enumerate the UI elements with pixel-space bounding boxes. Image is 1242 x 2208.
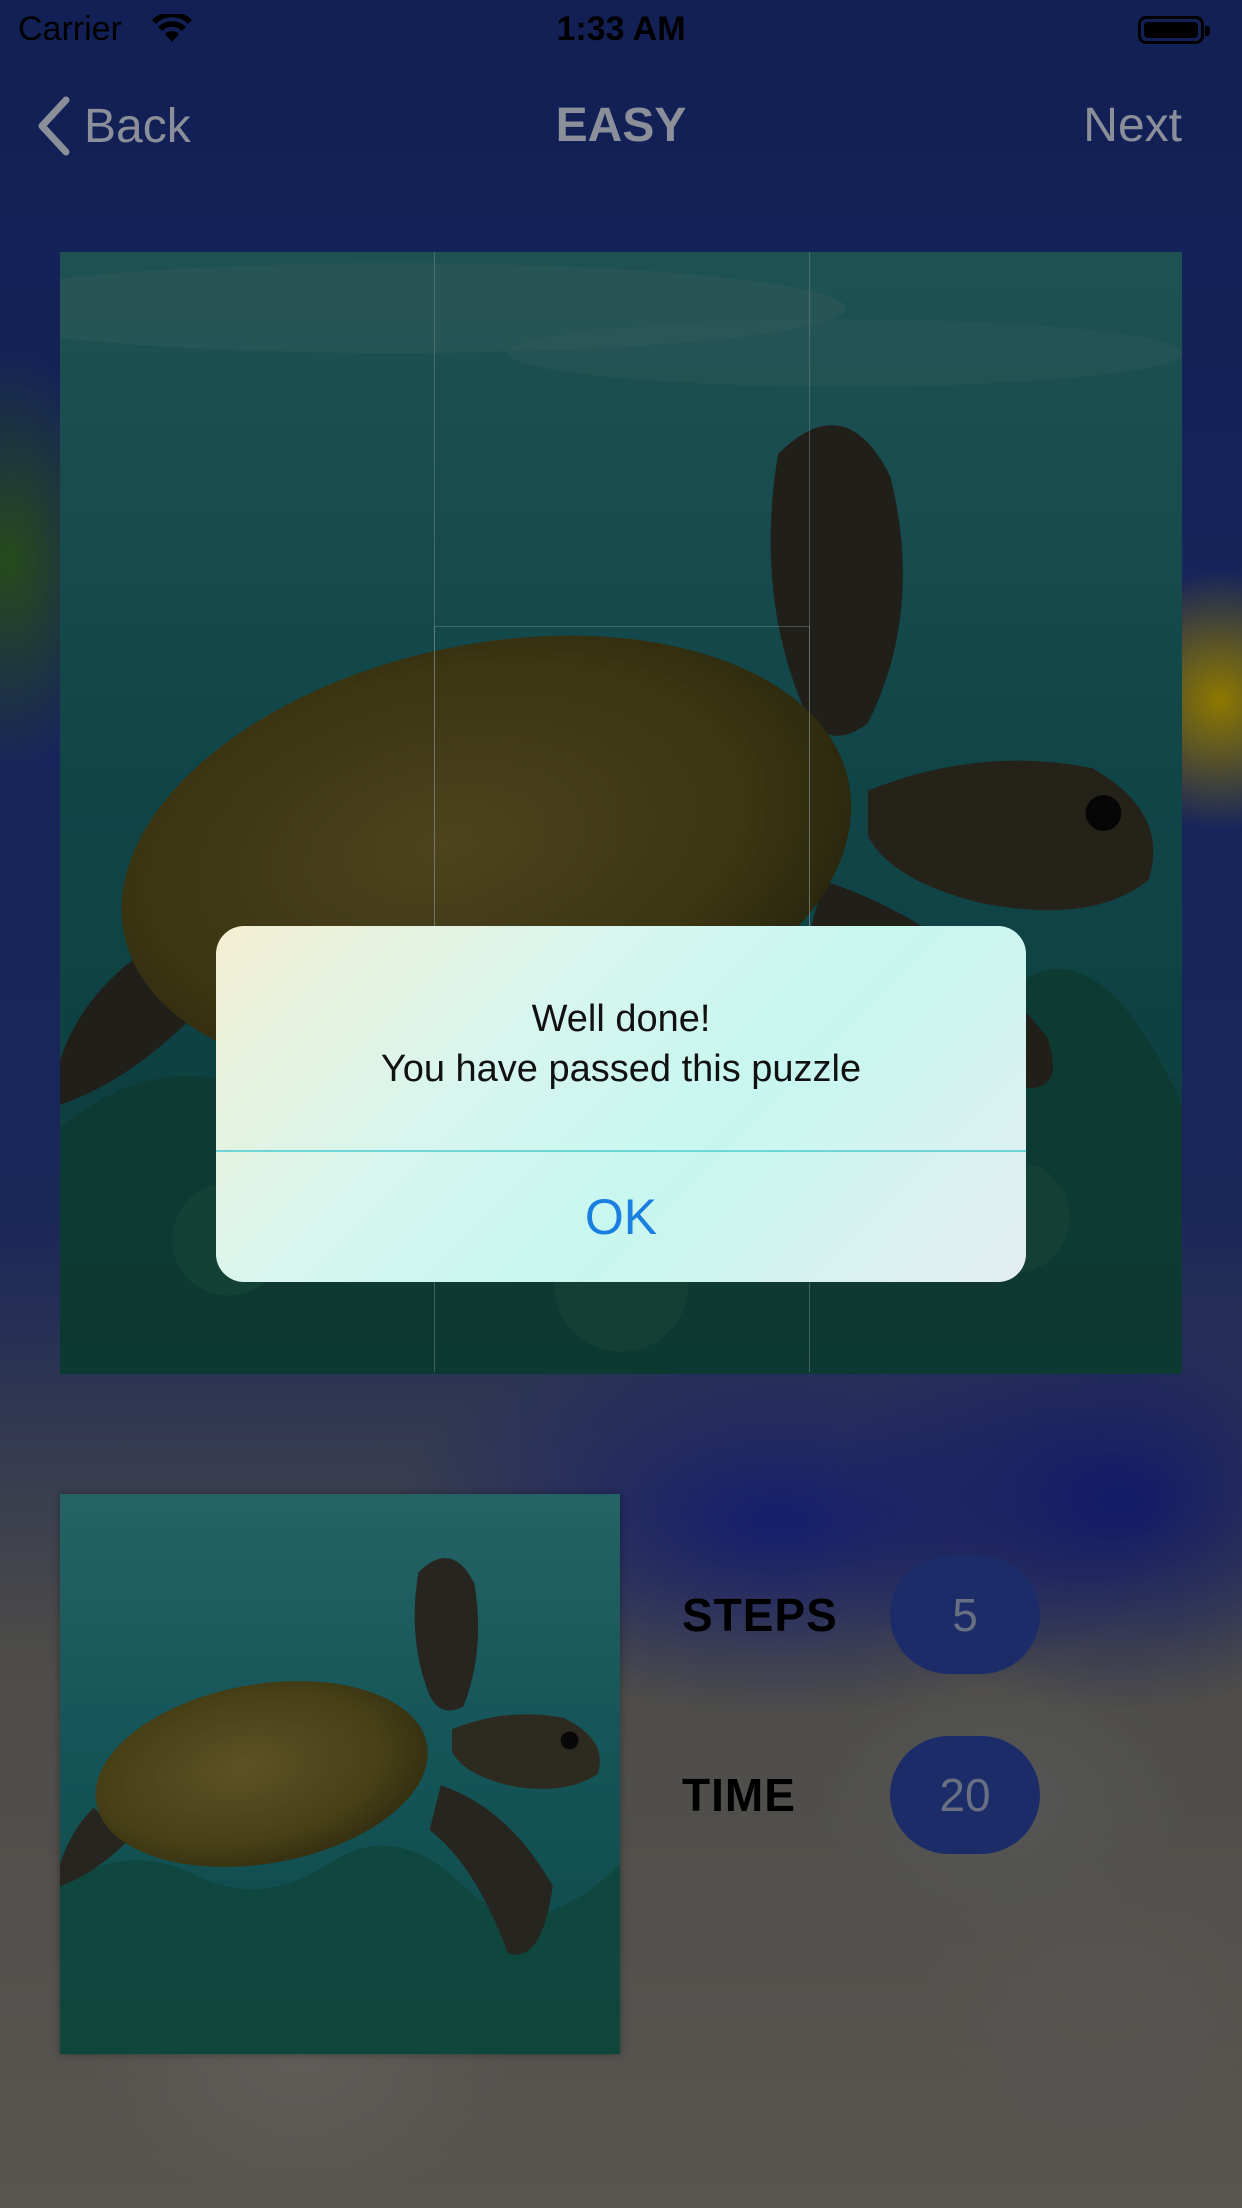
alert-title: Well done! [531,998,711,1040]
battery-icon [1138,16,1210,44]
status-bar: Carrier 1:33 AM [0,0,1242,60]
clock: 1:33 AM [556,10,686,48]
navigation-bar: Back EASY Next [0,90,1242,160]
next-button[interactable]: Next [1083,98,1182,153]
alert-message: Well done! You have passed this puzzle [216,994,1026,1094]
page-title: EASY [555,99,687,152]
alert-body: You have passed this puzzle [380,1048,862,1090]
ok-button[interactable]: OK [216,1152,1026,1282]
success-alert-dialog: Well done! You have passed this puzzle O… [216,926,1026,1282]
